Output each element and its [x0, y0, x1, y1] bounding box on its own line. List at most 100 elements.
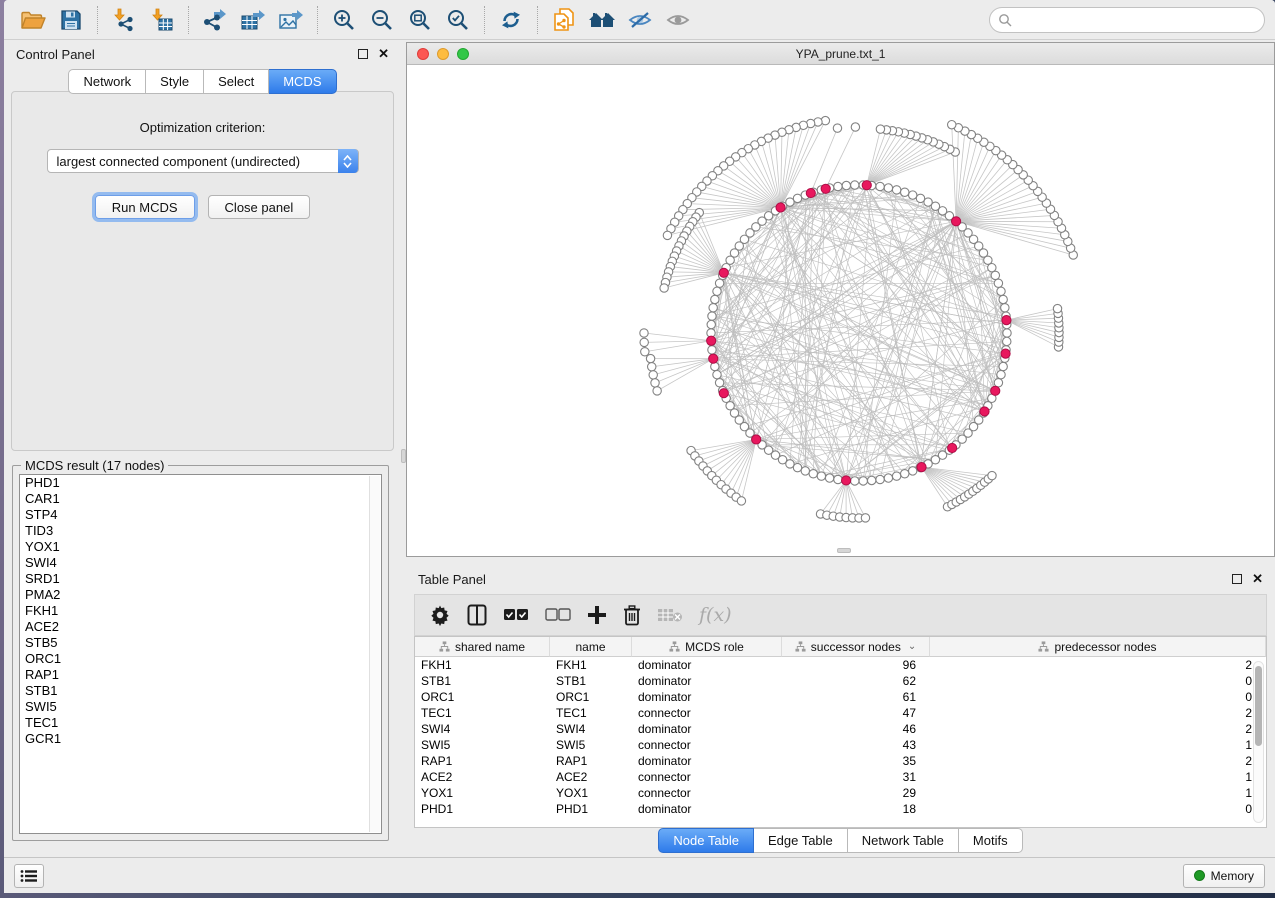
import-network-icon[interactable] — [105, 4, 143, 36]
table-row[interactable]: FKH1FKH1dominator962 — [415, 657, 1266, 673]
table-row[interactable]: SWI5SWI5connector431 — [415, 737, 1266, 753]
network-window-titlebar[interactable]: YPA_prune.txt_1 — [407, 43, 1274, 65]
result-item[interactable]: SWI4 — [20, 555, 381, 571]
result-item[interactable]: RAP1 — [20, 667, 381, 683]
column-header-MCDS-role[interactable]: MCDS role — [632, 637, 782, 657]
export-image-icon[interactable] — [272, 4, 310, 36]
show-all-icon[interactable] — [659, 4, 697, 36]
table-scrollbar-thumb[interactable] — [1255, 666, 1262, 746]
result-scrollbar[interactable] — [369, 476, 380, 832]
mcds-result-title: MCDS result (17 nodes) — [21, 458, 168, 473]
open-file-icon[interactable] — [14, 4, 52, 36]
result-item[interactable]: SRD1 — [20, 571, 381, 587]
save-session-icon[interactable] — [52, 4, 90, 36]
network-scroll-grip[interactable] — [837, 548, 851, 553]
deselect-all-icon[interactable] — [545, 608, 571, 622]
table-row[interactable]: ACE2ACE2connector311 — [415, 769, 1266, 785]
result-item[interactable]: YOX1 — [20, 539, 381, 555]
result-item[interactable]: STB1 — [20, 683, 381, 699]
function-builder-icon: f(x) — [699, 604, 732, 626]
result-item[interactable]: CAR1 — [20, 491, 381, 507]
column-header-name[interactable]: name — [550, 637, 632, 657]
table-row[interactable]: SWI4SWI4dominator462 — [415, 721, 1266, 737]
float-icon[interactable] — [358, 49, 368, 59]
mcds-result-list[interactable]: PHD1CAR1STP4TID3YOX1SWI4SRD1PMA2FKH1ACE2… — [19, 474, 382, 834]
task-list-button[interactable] — [14, 864, 44, 888]
table-row[interactable]: ORC1ORC1dominator610 — [415, 689, 1266, 705]
table-row[interactable]: STB1STB1dominator620 — [415, 673, 1266, 689]
tab-select[interactable]: Select — [204, 69, 269, 94]
tab-style[interactable]: Style — [146, 69, 204, 94]
zoom-selected-icon[interactable] — [439, 4, 477, 36]
tab-node-table[interactable]: Node Table — [658, 828, 754, 853]
column-header-predecessor-nodes[interactable]: predecessor nodes — [930, 637, 1266, 657]
table-panel-tabs: Node TableEdge TableNetwork TableMotifs — [406, 828, 1275, 853]
tab-network[interactable]: Network — [68, 69, 146, 94]
tab-network-table[interactable]: Network Table — [848, 828, 959, 853]
table-panel-title: Table Panel — [418, 572, 486, 587]
optimization-criterion-label: Optimization criterion: — [12, 120, 393, 135]
result-item[interactable]: TEC1 — [20, 715, 381, 731]
table-row[interactable]: TEC1TEC1connector472 — [415, 705, 1266, 721]
close-window-icon[interactable] — [417, 48, 429, 60]
home-icon[interactable] — [583, 4, 621, 36]
chevron-updown-icon — [338, 149, 358, 173]
table-row[interactable]: YOX1YOX1connector291 — [415, 785, 1266, 801]
column-header-shared-name[interactable]: shared name — [415, 637, 550, 657]
minimize-window-icon[interactable] — [437, 48, 449, 60]
select-all-icon[interactable] — [503, 608, 529, 622]
result-item[interactable]: GCR1 — [20, 731, 381, 747]
close-icon[interactable]: ✕ — [1252, 574, 1263, 584]
import-table-icon[interactable] — [143, 4, 181, 36]
close-icon[interactable]: ✕ — [378, 49, 389, 59]
table-scrollbar[interactable] — [1253, 661, 1264, 823]
result-item[interactable]: PHD1 — [20, 475, 381, 491]
result-item[interactable]: SWI5 — [20, 699, 381, 715]
task-list-icon — [20, 869, 38, 883]
status-bar: Memory — [4, 857, 1275, 893]
table-row[interactable]: PHD1PHD1dominator180 — [415, 801, 1266, 817]
toolbar-separator — [317, 6, 318, 34]
mcds-result-group: MCDS result (17 nodes) PHD1CAR1STP4TID3Y… — [12, 465, 389, 841]
network-view[interactable] — [407, 65, 1274, 556]
toolbar-separator — [97, 6, 98, 34]
tab-edge-table[interactable]: Edge Table — [754, 828, 848, 853]
clone-network-icon[interactable] — [545, 4, 583, 36]
node-table[interactable]: shared namenameMCDS rolesuccessor nodes⌄… — [414, 636, 1267, 828]
zoom-out-icon[interactable] — [363, 4, 401, 36]
mcds-tab-content: Optimization criterion: largest connecte… — [11, 91, 394, 451]
show-columns-icon[interactable] — [467, 604, 487, 626]
search-input[interactable] — [989, 7, 1265, 33]
zoom-in-icon[interactable] — [325, 4, 363, 36]
add-column-icon[interactable] — [587, 605, 607, 625]
delete-column-icon[interactable] — [623, 604, 641, 626]
table-row[interactable]: RAP1RAP1dominator352 — [415, 753, 1266, 769]
result-item[interactable]: ORC1 — [20, 651, 381, 667]
result-item[interactable]: STP4 — [20, 507, 381, 523]
toolbar-separator — [188, 6, 189, 34]
memory-button[interactable]: Memory — [1183, 864, 1265, 888]
zoom-fit-icon[interactable] — [401, 4, 439, 36]
network-canvas-svg — [407, 65, 1274, 556]
criterion-dropdown[interactable]: largest connected component (undirected) — [47, 149, 359, 173]
control-panel: Control Panel ✕ NetworkStyleSelectMCDS O… — [4, 41, 401, 857]
export-table-icon[interactable] — [234, 4, 272, 36]
result-item[interactable]: FKH1 — [20, 603, 381, 619]
result-item[interactable]: TID3 — [20, 523, 381, 539]
close-panel-button[interactable]: Close panel — [208, 195, 311, 219]
tab-mcds[interactable]: MCDS — [269, 69, 336, 94]
table-toolbar: f(x) — [414, 594, 1267, 636]
result-item[interactable]: ACE2 — [20, 619, 381, 635]
run-mcds-button[interactable]: Run MCDS — [95, 195, 195, 219]
result-item[interactable]: PMA2 — [20, 587, 381, 603]
tab-motifs[interactable]: Motifs — [959, 828, 1023, 853]
float-icon[interactable] — [1232, 574, 1242, 584]
export-network-icon[interactable] — [196, 4, 234, 36]
maximize-window-icon[interactable] — [457, 48, 469, 60]
mcds-result-items: PHD1CAR1STP4TID3YOX1SWI4SRD1PMA2FKH1ACE2… — [20, 475, 381, 747]
refresh-icon[interactable] — [492, 4, 530, 36]
table-options-gear-icon[interactable] — [429, 604, 451, 626]
hide-selected-icon[interactable] — [621, 4, 659, 36]
column-header-successor-nodes[interactable]: successor nodes⌄ — [782, 637, 930, 657]
result-item[interactable]: STB5 — [20, 635, 381, 651]
